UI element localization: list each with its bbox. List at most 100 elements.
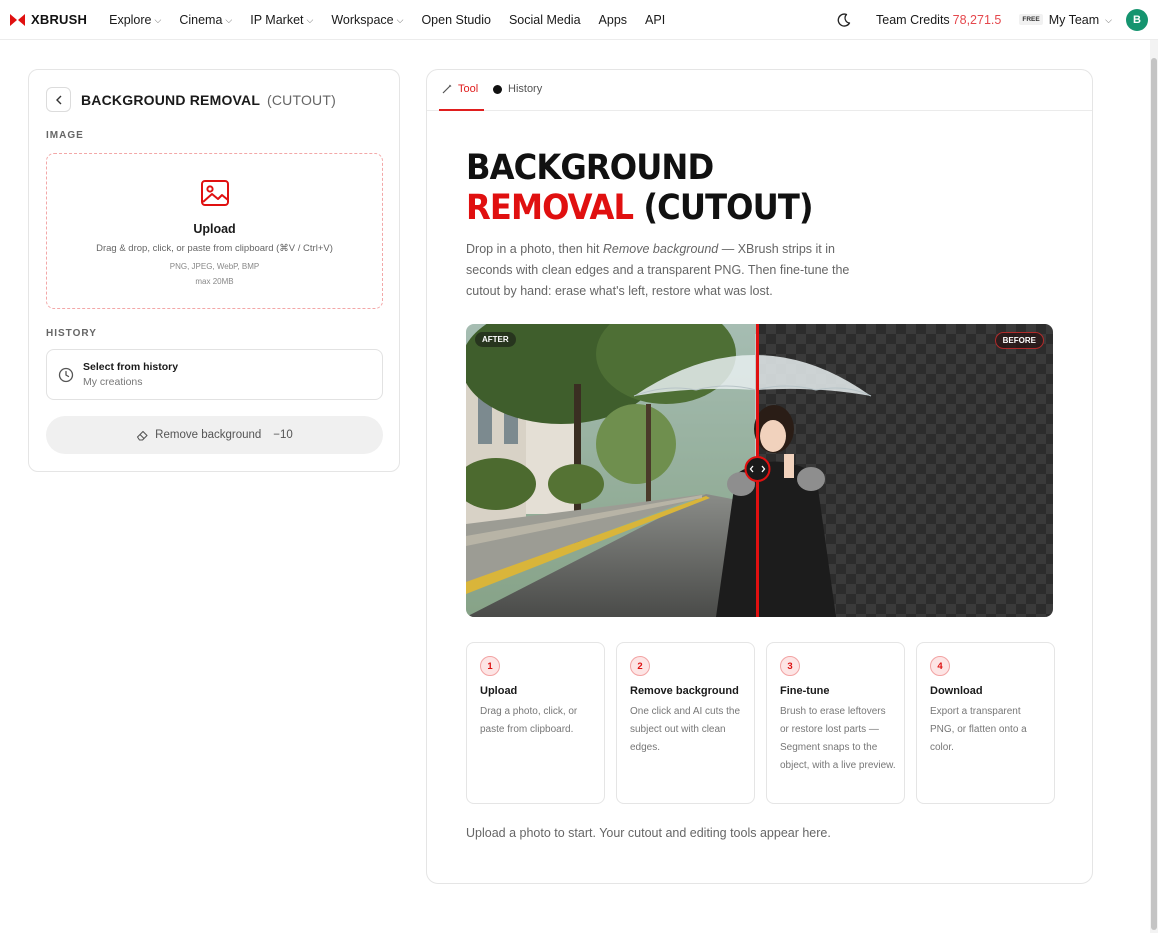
nav-social-media-label: Social Media	[508, 12, 581, 27]
credit-cost: −10	[273, 429, 293, 441]
nav-cinema-label: Cinema	[179, 12, 223, 27]
top-navigation-bar: XBRUSH Explore ⌵ Cinema ⌵ IP Market ⌵ Works…	[0, 0, 1158, 40]
nav-explore-label: Explore	[109, 12, 152, 27]
hero-description: Drop in a photo, then hit Remove backgro…	[466, 239, 876, 302]
step-title: Upload	[480, 685, 518, 697]
step-number: 2	[630, 656, 650, 676]
tool-settings-panel: BACKGROUND REMOVAL (CUTOUT) IMAGE Upload…	[28, 69, 400, 472]
moon-icon[interactable]	[836, 12, 852, 28]
team-credits: Team Credits 78,271.5	[876, 13, 1001, 27]
before-tag: BEFORE	[994, 332, 1044, 349]
desc-part-1: Drop in a photo, then hit	[466, 242, 603, 256]
main-nav: Explore ⌵ Cinema ⌵ IP Market ⌵ Workspace ⌵ O…	[109, 13, 665, 27]
nav-ip-market-label: IP Market	[250, 12, 304, 27]
team-switcher[interactable]: FREE My Team ⌵	[1013, 13, 1112, 27]
comparison-illustration	[466, 324, 1053, 617]
history-section-label: HISTORY	[46, 328, 97, 339]
hero-title-line1: BACKGROUND	[466, 148, 714, 188]
credits-label: Team Credits	[876, 12, 950, 27]
main-content-panel: Tool History BACKGROUND REMOVAL (CUTOUT)…	[426, 69, 1093, 884]
nav-ip-market[interactable]: IP Market ⌵	[250, 13, 313, 27]
step-number: 4	[930, 656, 950, 676]
step-card: 2 Remove background One click and AI cut…	[616, 642, 755, 804]
tab-tool-label: Tool	[458, 83, 479, 95]
history-dot-icon	[493, 84, 502, 94]
nav-right-group: Team Credits 78,271.5 FREE My Team ⌵ B	[836, 8, 1148, 31]
logo-text: XBRUSH	[31, 12, 88, 27]
empty-state-note: Upload a photo to start. Your cutout and…	[466, 826, 831, 840]
hero-title: BACKGROUND REMOVAL (CUTOUT)	[466, 148, 814, 228]
page-scrollbar[interactable]	[1150, 40, 1158, 933]
step-text: One click and AI cuts the subject out wi…	[630, 706, 741, 753]
step-card: 3 Fine-tune Brush to erase leftovers or …	[766, 642, 905, 804]
chevron-down-icon: ⌵	[306, 15, 314, 25]
history-title: Select from history	[83, 361, 179, 373]
select-from-history-button[interactable]: Select from history My creations	[46, 349, 383, 400]
after-tag: AFTER	[475, 332, 516, 347]
step-title: Remove background	[630, 685, 739, 697]
avatar[interactable]: B	[1126, 8, 1148, 31]
desc-emphasis: Remove background	[602, 242, 719, 256]
chevron-left-icon	[55, 95, 61, 104]
hero-title-line2: REMOVAL (CUTOUT)	[466, 188, 814, 228]
nav-api[interactable]: API	[645, 13, 665, 27]
remove-background-button[interactable]: Remove background −10	[46, 416, 383, 454]
active-tab-indicator	[439, 109, 484, 111]
panel-title-main: BACKGROUND REMOVAL	[81, 91, 260, 108]
upload-title: Upload	[193, 222, 236, 236]
back-button[interactable]	[46, 87, 71, 112]
step-text: Drag a photo, click, or paste from clipb…	[480, 706, 578, 735]
chevron-down-icon: ⌵	[154, 15, 162, 25]
step-number: 1	[480, 656, 500, 676]
step-card: 1 Upload Drag a photo, click, or paste f…	[466, 642, 605, 804]
hero-title-rest: (CUTOUT)	[633, 188, 813, 228]
credits-value: 78,271.5	[952, 12, 1002, 27]
upload-formats: PNG, JPEG, WebP, BMP	[169, 262, 260, 271]
drag-handle-icon[interactable]	[744, 456, 771, 482]
panel-title: BACKGROUND REMOVAL (CUTOUT)	[81, 92, 336, 108]
tab-history-label: History	[508, 83, 543, 95]
scrollbar-thumb[interactable]	[1151, 58, 1157, 930]
upload-max-size: max 20MB	[195, 277, 234, 286]
chevron-down-icon: ⌵	[1105, 15, 1112, 25]
step-text: Brush to erase leftovers or restore lost…	[780, 706, 896, 771]
tab-tool[interactable]: Tool	[442, 83, 478, 95]
chevron-down-icon: ⌵	[225, 15, 233, 25]
nav-cinema[interactable]: Cinema ⌵	[179, 13, 232, 27]
panel-header: BACKGROUND REMOVAL (CUTOUT)	[46, 87, 336, 112]
tab-bar: Tool History	[427, 70, 1092, 111]
image-section-label: IMAGE	[46, 130, 84, 141]
panel-title-suffix: (CUTOUT)	[266, 91, 336, 108]
chevron-down-icon: ⌵	[396, 15, 404, 25]
plan-badge: FREE	[1019, 14, 1043, 25]
nav-api-label: API	[645, 12, 666, 27]
nav-explore[interactable]: Explore ⌵	[109, 13, 161, 27]
nav-open-studio-label: Open Studio	[421, 12, 491, 27]
clock-icon	[58, 367, 74, 383]
upload-dropzone[interactable]: Upload Drag & drop, click, or paste from…	[46, 153, 383, 309]
nav-apps[interactable]: Apps	[599, 13, 628, 27]
history-subtitle: My creations	[83, 376, 143, 388]
nav-workspace-label: Workspace	[331, 12, 394, 27]
upload-hint: Drag & drop, click, or paste from clipbo…	[96, 243, 333, 254]
before-after-comparison[interactable]: AFTER BEFORE	[466, 324, 1053, 617]
step-text: Export a transparent PNG, or flatten ont…	[930, 706, 1027, 753]
eraser-icon	[137, 430, 148, 441]
xbrush-logo-icon	[10, 13, 25, 26]
step-title: Fine-tune	[780, 685, 830, 697]
logo[interactable]: XBRUSH	[10, 12, 87, 27]
team-label: My Team	[1048, 12, 1100, 27]
nav-workspace[interactable]: Workspace ⌵	[331, 13, 403, 27]
wand-icon	[442, 84, 452, 94]
nav-social-media[interactable]: Social Media	[509, 13, 581, 27]
step-number: 3	[780, 656, 800, 676]
step-card: 4 Download Export a transparent PNG, or …	[916, 642, 1055, 804]
tab-history[interactable]: History	[493, 83, 542, 95]
steps-row: 1 Upload Drag a photo, click, or paste f…	[466, 642, 1055, 804]
nav-apps-label: Apps	[598, 12, 628, 27]
hero-title-red: REMOVAL	[466, 188, 634, 228]
nav-open-studio[interactable]: Open Studio	[421, 13, 491, 27]
image-upload-icon	[201, 180, 229, 206]
remove-background-label: Remove background	[155, 429, 262, 441]
step-title: Download	[930, 685, 983, 697]
